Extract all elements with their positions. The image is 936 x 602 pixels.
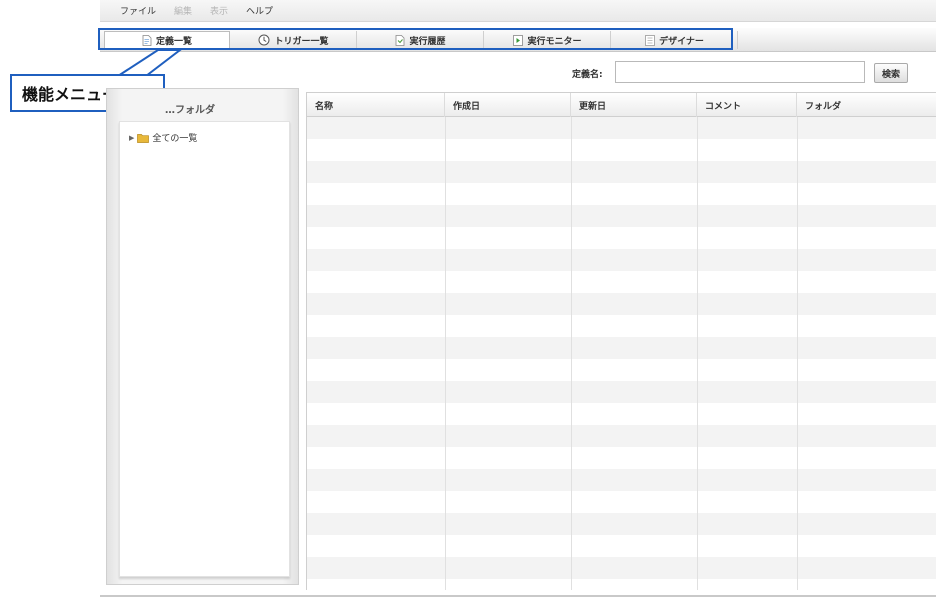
tab-trigger-list[interactable]: トリガー一覧 <box>231 31 357 49</box>
column-header-name[interactable]: 名称 <box>307 93 445 117</box>
table-row[interactable] <box>307 315 936 337</box>
table-row[interactable] <box>307 381 936 403</box>
column-header-comment[interactable]: コメント <box>697 93 797 117</box>
table-row[interactable] <box>307 447 936 469</box>
tab-label: 定義一覧 <box>155 37 192 47</box>
menu-bar: ファイル 編集 表示 ヘルプ <box>100 0 936 22</box>
tab-designer[interactable]: デザイナー <box>612 31 738 49</box>
table-row[interactable] <box>307 535 936 557</box>
table-row[interactable] <box>307 183 936 205</box>
column-header-created[interactable]: 作成日 <box>445 93 571 117</box>
table-row[interactable] <box>307 139 936 161</box>
table-row[interactable] <box>307 249 936 271</box>
play-icon <box>513 34 524 46</box>
folder-icon <box>137 133 150 143</box>
clock-icon <box>258 34 270 46</box>
table-row[interactable] <box>307 579 936 590</box>
table-row[interactable] <box>307 293 936 315</box>
function-menu-tabs: 定義一覧 トリガー一覧 実行履歴 実行モニター デザイナー <box>100 28 936 52</box>
table-row[interactable] <box>307 403 936 425</box>
table-row[interactable] <box>307 227 936 249</box>
tree-node-label: 全ての一覧 <box>152 134 198 144</box>
table-row[interactable] <box>307 491 936 513</box>
tab-execution-monitor[interactable]: 実行モニター <box>485 31 611 49</box>
folder-panel: …フォルダ ▶ 全ての一覧 <box>106 88 299 585</box>
column-divider <box>797 117 798 590</box>
bottom-divider <box>100 595 936 597</box>
tab-definition-list[interactable]: 定義一覧 <box>104 31 230 49</box>
tree-node-all[interactable]: ▶ 全ての一覧 <box>129 131 198 145</box>
column-header-updated[interactable]: 更新日 <box>571 93 697 117</box>
table-row[interactable] <box>307 117 936 139</box>
expand-arrow-icon[interactable]: ▶ <box>129 134 134 142</box>
column-divider <box>697 117 698 590</box>
tab-label: 実行履歴 <box>409 36 446 47</box>
table-row[interactable] <box>307 271 936 293</box>
tab-label: デザイナー <box>659 36 704 47</box>
menu-edit[interactable]: 編集 <box>174 4 192 17</box>
menu-help[interactable]: ヘルプ <box>246 4 273 17</box>
table-row[interactable] <box>307 425 936 447</box>
definition-name-label: 定義名: <box>572 70 603 80</box>
menu-view[interactable]: 表示 <box>210 4 228 17</box>
column-divider <box>571 117 572 590</box>
table-row[interactable] <box>307 337 936 359</box>
document-icon <box>142 35 152 46</box>
column-header-folder[interactable]: フォルダ <box>797 93 936 117</box>
table-row[interactable] <box>307 205 936 227</box>
app-window: ファイル 編集 表示 ヘルプ 定義一覧 トリガー一覧 実行履歴 実行モニター デ… <box>0 0 936 602</box>
table-row[interactable] <box>307 469 936 491</box>
designer-icon <box>645 34 655 46</box>
callout-label: 機能メニュー <box>22 85 119 104</box>
definition-name-input[interactable] <box>615 61 865 83</box>
tab-label: トリガー一覧 <box>274 36 329 47</box>
table-row[interactable] <box>307 359 936 381</box>
table-body <box>307 117 936 590</box>
table-row[interactable] <box>307 161 936 183</box>
table-header: 名称 作成日 更新日 コメント フォルダ <box>307 93 936 117</box>
table-row[interactable] <box>307 513 936 535</box>
definition-table: 名称 作成日 更新日 コメント フォルダ <box>306 92 936 590</box>
folder-tree: ▶ 全ての一覧 <box>119 121 290 577</box>
search-button[interactable]: 検索 <box>874 63 908 83</box>
menu-file[interactable]: ファイル <box>120 4 156 17</box>
table-row[interactable] <box>307 557 936 579</box>
history-icon <box>395 34 405 46</box>
folder-panel-header: …フォルダ <box>165 105 215 116</box>
tab-execution-history[interactable]: 実行履歴 <box>358 31 484 49</box>
column-divider <box>445 117 446 590</box>
tab-label: 実行モニター <box>527 36 582 47</box>
